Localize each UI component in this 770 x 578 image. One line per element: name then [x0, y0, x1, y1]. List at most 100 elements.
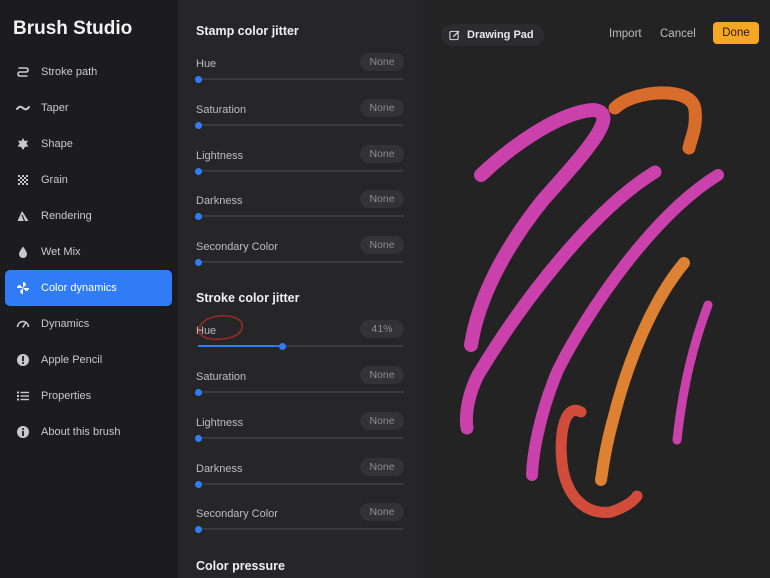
stroke-darkness-slider[interactable]	[194, 480, 404, 488]
sidebar-item-about-this-brush[interactable]: About this brush	[5, 414, 172, 450]
stamp-color-jitter-title: Stamp color jitter	[196, 24, 299, 38]
stroke-lightness-value[interactable]: None	[360, 412, 404, 430]
stroke-saturation-slider[interactable]	[194, 388, 404, 396]
stamp-hue-value[interactable]: None	[360, 53, 404, 71]
stamp-saturation-value[interactable]: None	[360, 99, 404, 117]
stamp-lightness-value[interactable]: None	[360, 145, 404, 163]
stamp-darkness-slider[interactable]	[194, 212, 404, 220]
stroke-secondary-color-row: Secondary Color None	[194, 503, 404, 543]
slider-knob[interactable]	[278, 342, 286, 350]
sidebar-item-apple-pencil[interactable]: Apple Pencil	[5, 342, 172, 378]
stamp-hue-row: Hue None	[194, 53, 404, 93]
slider-knob[interactable]	[194, 167, 202, 175]
taper-icon	[16, 101, 30, 115]
properties-icon	[16, 389, 30, 403]
sidebar-item-dynamics[interactable]: Dynamics	[5, 306, 172, 342]
sidebar-item-taper[interactable]: Taper	[5, 90, 172, 126]
sidebar-item-label: Stroke path	[41, 66, 98, 78]
sidebar-item-label: Apple Pencil	[41, 354, 103, 366]
slider-knob[interactable]	[194, 212, 202, 220]
stroke-saturation-value[interactable]: None	[360, 366, 404, 384]
stroke-darkness-value[interactable]: None	[360, 458, 404, 476]
shape-icon	[16, 137, 30, 151]
sidebar-item-label: Wet Mix	[41, 246, 81, 258]
sidebar-item-label: Color dynamics	[41, 282, 117, 294]
stamp-darkness-row: Darkness None	[194, 190, 404, 230]
grain-icon	[16, 173, 30, 187]
dynamics-icon	[16, 317, 30, 331]
sidebar-item-grain[interactable]: Grain	[5, 162, 172, 198]
stroke-darkness-label: Darkness	[196, 463, 243, 475]
stroke-hue-row: Hue 41%	[196, 315, 404, 360]
slider-knob[interactable]	[194, 258, 202, 266]
sidebar-nav: Stroke path Taper Shape Grain Rendering …	[5, 54, 172, 450]
stroke-lightness-slider[interactable]	[194, 434, 404, 442]
sidebar-item-label: About this brush	[41, 426, 121, 438]
drawing-pad-label: Drawing Pad	[467, 29, 534, 41]
drawing-pad[interactable]: Drawing Pad Import Cancel Done	[423, 0, 770, 578]
sidebar-item-label: Grain	[41, 174, 68, 186]
sidebar-item-properties[interactable]: Properties	[5, 378, 172, 414]
stroke-secondary-color-value[interactable]: None	[360, 503, 404, 521]
stamp-saturation-slider[interactable]	[194, 121, 404, 129]
cancel-button[interactable]: Cancel	[660, 25, 696, 43]
stamp-darkness-value[interactable]: None	[360, 190, 404, 208]
stroke-color-jitter-title: Stroke color jitter	[196, 291, 300, 305]
color-pressure-title: Color pressure	[196, 559, 285, 573]
stamp-saturation-row: Saturation None	[194, 99, 404, 139]
sidebar-item-label: Properties	[41, 390, 92, 402]
sidebar-item-shape[interactable]: Shape	[5, 126, 172, 162]
settings-panel[interactable]: Stamp color jitter Hue None Saturation N…	[178, 0, 423, 578]
stamp-hue-slider[interactable]	[194, 75, 404, 83]
stamp-lightness-row: Lightness None	[194, 145, 404, 185]
app-title: Brush Studio	[13, 18, 133, 39]
stamp-saturation-label: Saturation	[196, 104, 247, 116]
slider-knob[interactable]	[194, 75, 202, 83]
stroke-darkness-row: Darkness None	[194, 458, 404, 498]
rendering-icon	[16, 209, 30, 223]
info-icon	[16, 425, 30, 439]
done-button[interactable]: Done	[713, 22, 759, 44]
stroke-saturation-row: Saturation None	[194, 366, 404, 406]
brush-stroke	[608, 86, 702, 155]
import-button[interactable]: Import	[609, 25, 642, 43]
wet-mix-icon	[16, 245, 30, 259]
slider-knob[interactable]	[194, 480, 202, 488]
stroke-lightness-row: Lightness None	[194, 412, 404, 452]
sidebar-item-label: Taper	[41, 102, 69, 114]
stroke-path-icon	[16, 65, 30, 79]
stamp-secondary-color-value[interactable]: None	[360, 236, 404, 254]
brush-strokes-canvas	[459, 86, 724, 518]
sidebar-item-stroke-path[interactable]: Stroke path	[5, 54, 172, 90]
stroke-secondary-color-label: Secondary Color	[196, 508, 278, 520]
stamp-lightness-slider[interactable]	[194, 167, 404, 175]
sidebar: Brush Studio Stroke path Taper Shape Gra…	[0, 0, 178, 578]
sidebar-item-rendering[interactable]: Rendering	[5, 198, 172, 234]
slider-knob[interactable]	[194, 525, 202, 533]
stamp-darkness-label: Darkness	[196, 195, 243, 207]
brush-stroke	[672, 300, 713, 445]
sidebar-item-color-dynamics[interactable]: Color dynamics	[5, 270, 172, 306]
stroke-hue-value[interactable]: 41%	[360, 320, 404, 338]
edit-icon	[449, 30, 460, 40]
sidebar-item-label: Shape	[41, 138, 73, 150]
stamp-hue-label: Hue	[196, 58, 217, 70]
slider-knob[interactable]	[194, 388, 202, 396]
sidebar-item-label: Dynamics	[41, 318, 90, 330]
stroke-secondary-color-slider[interactable]	[194, 525, 404, 533]
stamp-lightness-label: Lightness	[196, 150, 244, 162]
sidebar-item-wet-mix[interactable]: Wet Mix	[5, 234, 172, 270]
slider-knob[interactable]	[194, 434, 202, 442]
stamp-secondary-color-row: Secondary Color None	[194, 236, 404, 276]
stroke-lightness-label: Lightness	[196, 417, 244, 429]
sidebar-item-label: Rendering	[41, 210, 92, 222]
stroke-hue-slider[interactable]	[198, 342, 404, 350]
stroke-hue-label: Hue	[196, 325, 217, 337]
stamp-secondary-color-label: Secondary Color	[196, 241, 278, 253]
drawing-pad-title[interactable]: Drawing Pad	[441, 24, 544, 46]
stroke-saturation-label: Saturation	[196, 371, 247, 383]
apple-pencil-icon	[16, 353, 30, 367]
stamp-secondary-color-slider[interactable]	[194, 258, 404, 266]
color-dynamics-icon	[16, 281, 30, 295]
slider-knob[interactable]	[194, 121, 202, 129]
